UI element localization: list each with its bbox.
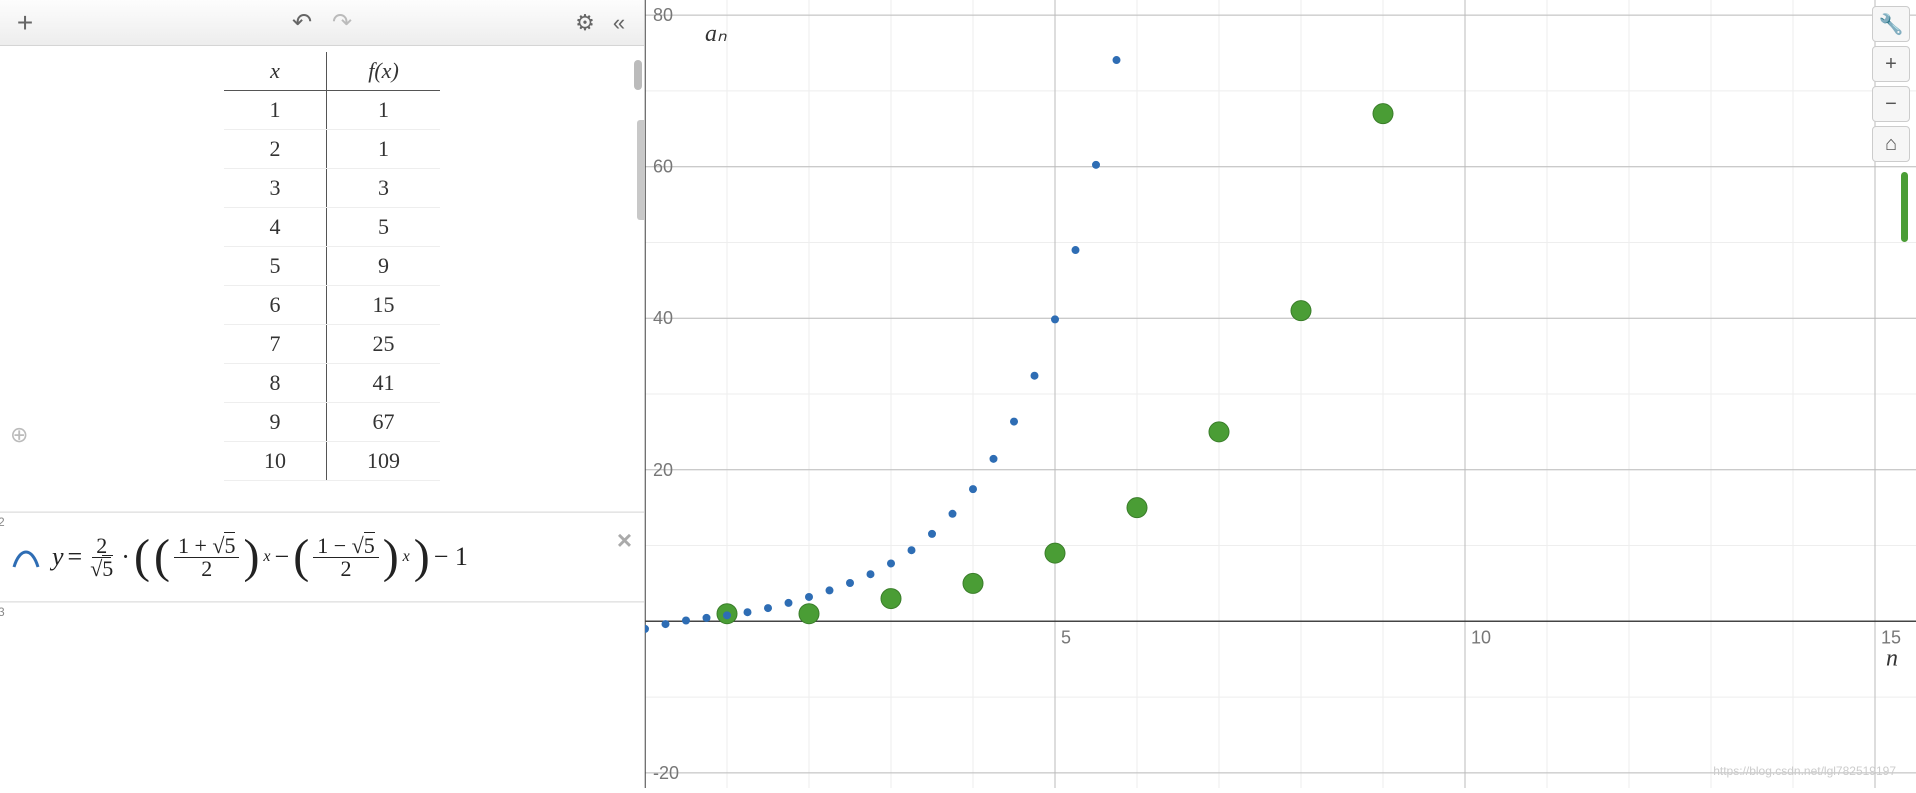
collapse-panel-button[interactable]: « [602,6,636,40]
svg-text:-20: -20 [653,763,679,783]
left-toolbar: + ↶ ↷ ⚙ « [0,0,644,46]
watermark-text: https://blog.csdn.net/lgl782519197 [1713,764,1896,778]
blank-expression-row[interactable]: 3 [0,602,644,683]
formula-display: y = 25 · ( ( 1 + 52 )x − ( 1 − 52 )x ) −… [52,535,468,580]
cell-y: 41 [327,364,441,403]
add-expression-button[interactable]: + [8,6,42,40]
cell-x: 9 [224,403,327,442]
graph-panel[interactable]: 5 10 15 80 60 40 20 -20 aₙ n 🔧 + − ⌂ https://blog… [645,0,1916,788]
graph-canvas[interactable]: 5 10 15 80 60 40 20 -20 aₙ n [645,0,1916,788]
table-row[interactable]: 10109 [224,442,440,481]
curve-color-icon[interactable] [10,541,42,573]
table-row[interactable]: 841 [224,364,440,403]
zoom-in-button[interactable]: + [1872,46,1910,82]
scrollbar-thumb[interactable] [634,60,642,90]
zoom-fit-icon[interactable]: ⊕ [10,422,28,448]
cell-x: 6 [224,286,327,325]
svg-text:5: 5 [1061,627,1071,647]
cell-x: 4 [224,208,327,247]
cell-y: 9 [327,247,441,286]
undo-button[interactable]: ↶ [285,6,319,40]
cell-x: 3 [224,169,327,208]
cell-x: 10 [224,442,327,481]
cell-x: 7 [224,325,327,364]
cell-x: 8 [224,364,327,403]
cell-y: 15 [327,286,441,325]
table-header-y: f(x) [327,52,441,91]
expression-panel: + ↶ ↷ ⚙ « x f(x) 11213345596157258419671… [0,0,645,788]
table-header-x: x [224,52,327,91]
table-row[interactable]: 45 [224,208,440,247]
table-row[interactable]: 615 [224,286,440,325]
cell-y: 67 [327,403,441,442]
value-table: x f(x) 112133455961572584196710109 [224,52,440,481]
cell-y: 1 [327,91,441,130]
cell-y: 5 [327,208,441,247]
cell-x: 5 [224,247,327,286]
expression-index: 3 [0,605,5,619]
redo-button[interactable]: ↷ [325,6,359,40]
graph-controls: 🔧 + − ⌂ [1872,6,1910,242]
svg-text:80: 80 [653,5,673,25]
settings-button[interactable]: ⚙ [568,6,602,40]
table-row[interactable]: 59 [224,247,440,286]
table-row[interactable]: 967 [224,403,440,442]
mini-scrollbar[interactable] [1901,172,1908,242]
svg-text:n: n [1886,645,1898,671]
table-row[interactable]: 33 [224,169,440,208]
svg-text:aₙ: aₙ [705,21,727,47]
table-row[interactable]: 21 [224,130,440,169]
svg-text:10: 10 [1471,627,1491,647]
table-row[interactable]: 725 [224,325,440,364]
svg-text:20: 20 [653,460,673,480]
cell-y: 25 [327,325,441,364]
table-expression[interactable]: x f(x) 112133455961572584196710109 [0,46,644,512]
cell-x: 2 [224,130,327,169]
cell-y: 1 [327,130,441,169]
delete-expression-button[interactable]: × [617,525,632,556]
table-row[interactable]: 11 [224,91,440,130]
graph-settings-button[interactable]: 🔧 [1872,6,1910,42]
expression-list[interactable]: x f(x) 112133455961572584196710109 ⊕ 2 y… [0,46,644,788]
zoom-out-button[interactable]: − [1872,86,1910,122]
svg-text:15: 15 [1881,627,1901,647]
table-header-row: x f(x) [224,52,440,91]
home-button[interactable]: ⌂ [1872,126,1910,162]
formula-expression-row[interactable]: 2 y = 25 · ( ( 1 + 52 )x − ( 1 − 52 )x )… [0,512,644,602]
cell-x: 1 [224,91,327,130]
cell-y: 109 [327,442,441,481]
svg-text:40: 40 [653,308,673,328]
cell-y: 3 [327,169,441,208]
expression-index: 2 [0,515,5,529]
svg-text:60: 60 [653,157,673,177]
